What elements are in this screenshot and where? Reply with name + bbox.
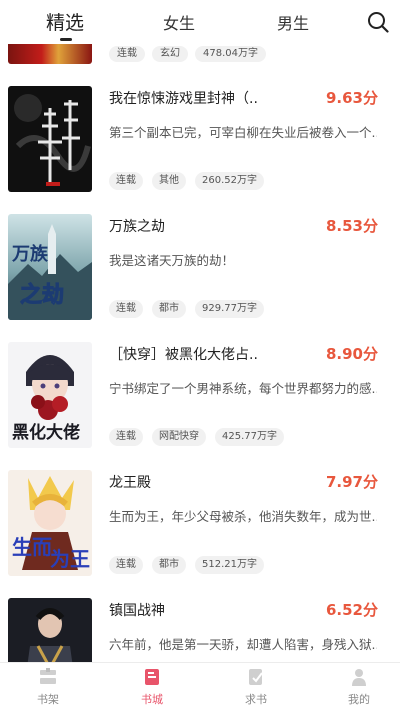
book-title[interactable]: 龙王殿 (109, 472, 259, 492)
tab-featured[interactable]: 精选 (46, 8, 84, 35)
list-item[interactable]: 镇国战神 6.52分 六年前，他是第一天骄，却遭人陷害，身残入狱... (0, 598, 400, 662)
book-description: 我是这诸天万族的劫！ (109, 253, 235, 268)
svg-text:为王: 为王 (50, 547, 90, 571)
status-tag: 连载 (109, 300, 143, 318)
wordcount-tag: 478.04万字 (195, 46, 266, 62)
book-score: 8.90分 (325, 345, 378, 363)
nav-request-book[interactable]: 求书 (226, 667, 286, 707)
book-description: 六年前，他是第一天骄，却遭人陷害，身残入狱... (109, 637, 377, 652)
wordcount-tag: 929.77万字 (195, 300, 264, 318)
status-tag: 连载 (109, 46, 145, 62)
book-title[interactable]: ［快穿］被黑化大佬占... (109, 344, 259, 364)
nav-profile[interactable]: 我的 (329, 667, 389, 707)
wordcount-tag: 260.52万字 (195, 172, 264, 190)
top-tab-bar: 精选 女生 男生 (0, 0, 400, 44)
genre-tag: 网配快穿 (152, 428, 206, 446)
book-description: 宁书绑定了一个男神系统，每个世界都努力的感... (109, 381, 377, 396)
nav-label: 我的 (348, 693, 370, 706)
tab-male[interactable]: 男生 (277, 10, 309, 34)
book-score: 6.52分 (325, 601, 378, 619)
svg-text:黑化大佬: 黑化大佬 (12, 422, 80, 443)
book-cover: 万族 之劫 (8, 214, 92, 320)
book-cover (8, 598, 92, 662)
nav-label: 书城 (141, 693, 163, 706)
book-icon (145, 669, 159, 685)
book-description: 生而为王，年少父母被杀，他消失数年，成为世... (109, 509, 377, 524)
nav-bookshelf[interactable]: 书架 (18, 667, 78, 707)
request-icon (249, 669, 263, 685)
status-tag: 连载 (109, 556, 143, 574)
tab-active-indicator (60, 38, 72, 41)
book-cover: 生而 为王 (8, 470, 92, 576)
list-item[interactable]: 黑化大佬 ［快穿］被黑化大佬占... 8.90分 宁书绑定了一个男神系统，每个世… (0, 342, 400, 470)
search-icon[interactable] (366, 10, 390, 34)
nav-bookstore[interactable]: 书城 (122, 667, 182, 707)
svg-text:万族: 万族 (11, 243, 49, 265)
bottom-nav: 书架 书城 求书 我的 (0, 662, 400, 710)
list-item[interactable]: 生而 为王 龙王殿 7.97分 生而为王，年少父母被杀，他消失数年，成为世...… (0, 470, 400, 598)
bookshelf-icon (40, 668, 56, 684)
book-list[interactable]: 连载 玄幻 478.04万字 我在惊悚游戏里封神（... 9.63分 第三个副本… (0, 44, 400, 662)
book-title[interactable]: 镇国战神 (109, 600, 259, 620)
book-score: 9.63分 (325, 89, 378, 107)
genre-tag: 都市 (152, 556, 186, 574)
svg-text:之劫: 之劫 (20, 282, 64, 308)
status-tag: 连载 (109, 428, 143, 446)
list-item[interactable]: 万族 之劫 万族之劫 8.53分 我是这诸天万族的劫！ 连载 都市 929.77… (0, 214, 400, 342)
book-cover: 黑化大佬 (8, 342, 92, 448)
user-icon (352, 669, 366, 686)
list-item[interactable]: 我在惊悚游戏里封神（... 9.63分 第三个副本已完，可宰白柳在失业后被卷入一… (0, 86, 400, 214)
list-item[interactable]: 连载 玄幻 478.04万字 (0, 44, 400, 64)
wordcount-tag: 425.77万字 (215, 428, 284, 446)
svg-text:生而: 生而 (12, 535, 52, 559)
book-score: 7.97分 (325, 473, 378, 491)
tab-female[interactable]: 女生 (163, 10, 195, 34)
genre-tag: 玄幻 (152, 46, 188, 62)
book-score: 8.53分 (325, 217, 378, 235)
status-tag: 连载 (109, 172, 143, 190)
genre-tag: 都市 (152, 300, 186, 318)
genre-tag: 其他 (152, 172, 186, 190)
book-title[interactable]: 万族之劫 (109, 216, 259, 236)
wordcount-tag: 512.21万字 (195, 556, 264, 574)
book-cover (8, 86, 92, 192)
book-cover (8, 44, 92, 64)
nav-label: 书架 (37, 693, 59, 706)
book-description: 第三个副本已完，可宰白柳在失业后被卷入一个... (109, 125, 377, 140)
nav-label: 求书 (245, 693, 267, 706)
book-title[interactable]: 我在惊悚游戏里封神（... (109, 88, 259, 108)
